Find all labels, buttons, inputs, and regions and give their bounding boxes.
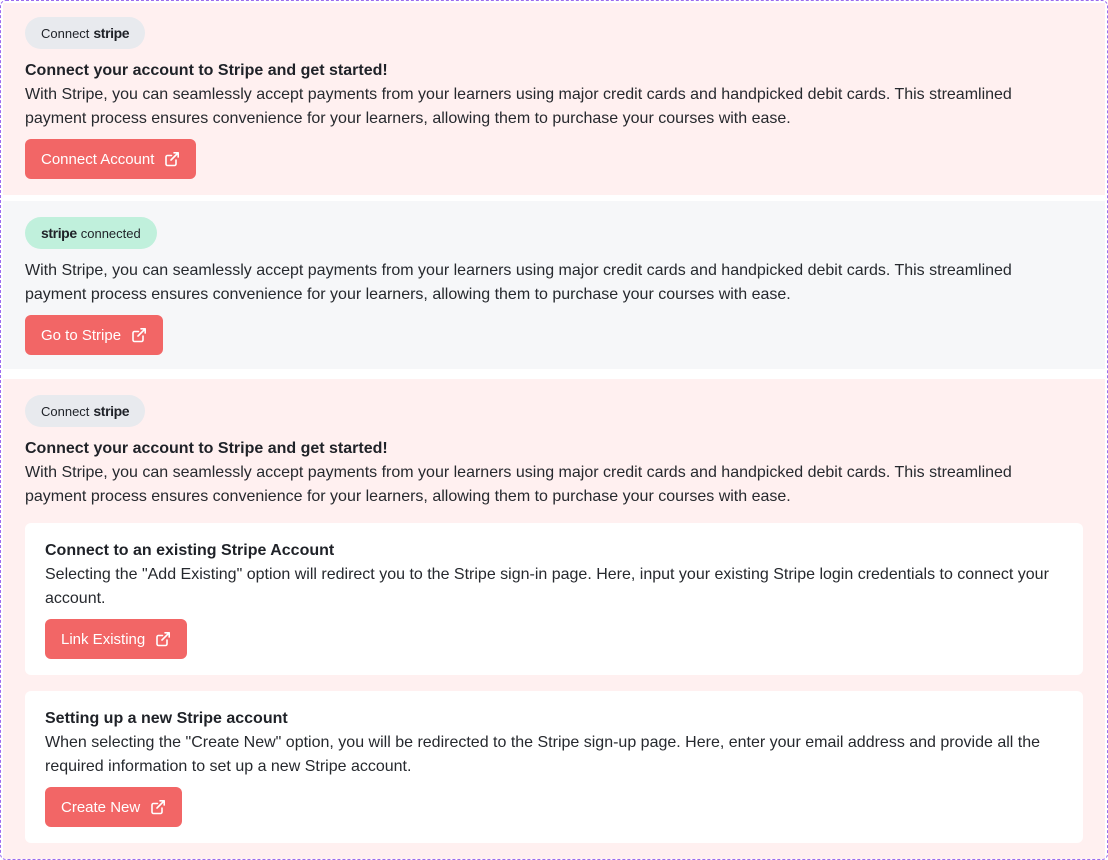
- connect-stripe-badge: Connect stripe: [25, 395, 146, 427]
- section-heading: Connect your account to Stripe and get s…: [25, 440, 388, 457]
- stripe-logo: stripe: [41, 225, 77, 241]
- go-to-stripe-button[interactable]: Go to Stripe: [25, 315, 164, 355]
- existing-account-card: Connect to an existing Stripe Account Se…: [25, 523, 1083, 675]
- button-label: Go to Stripe: [41, 326, 122, 344]
- stripe-logo: stripe: [93, 403, 130, 419]
- stripe-connected-badge: stripe connected: [25, 217, 157, 249]
- badge-suffix: connected: [80, 225, 141, 241]
- card-description: Selecting the "Add Existing" option will…: [45, 566, 1049, 607]
- create-new-button[interactable]: Create New: [45, 787, 183, 827]
- card-title: Connect to an existing Stripe Account: [45, 542, 335, 559]
- stripe-connected-section: stripe connected With Stripe, you can se…: [3, 201, 1105, 369]
- button-label: Connect Account: [41, 150, 155, 168]
- external-link-icon: [132, 328, 147, 343]
- card-title: Setting up a new Stripe account: [45, 710, 288, 727]
- external-link-icon: [151, 800, 166, 815]
- new-account-card: Setting up a new Stripe account When sel…: [25, 691, 1083, 843]
- card-description: When selecting the "Create New" option, …: [45, 734, 1041, 775]
- button-label: Link Existing: [61, 630, 146, 648]
- external-link-icon: [156, 632, 171, 647]
- section-heading: Connect your account to Stripe and get s…: [25, 62, 388, 79]
- button-label: Create New: [61, 798, 141, 816]
- connect-stripe-section: Connect stripe Connect your account to S…: [3, 3, 1105, 195]
- section-description: With Stripe, you can seamlessly accept p…: [25, 86, 1012, 127]
- badge-prefix: Connect: [41, 25, 90, 41]
- external-link-icon: [165, 152, 180, 167]
- section-description: With Stripe, you can seamlessly accept p…: [25, 262, 1012, 303]
- link-existing-button[interactable]: Link Existing: [45, 619, 188, 659]
- badge-prefix: Connect: [41, 403, 90, 419]
- connect-options-section: Connect stripe Connect your account to S…: [3, 379, 1105, 859]
- connect-account-button[interactable]: Connect Account: [25, 139, 197, 179]
- stripe-logo: stripe: [93, 25, 130, 41]
- section-description: With Stripe, you can seamlessly accept p…: [25, 464, 1012, 505]
- connect-stripe-badge: Connect stripe: [25, 17, 146, 49]
- stripe-connect-frame: Connect stripe Connect your account to S…: [0, 0, 1108, 860]
